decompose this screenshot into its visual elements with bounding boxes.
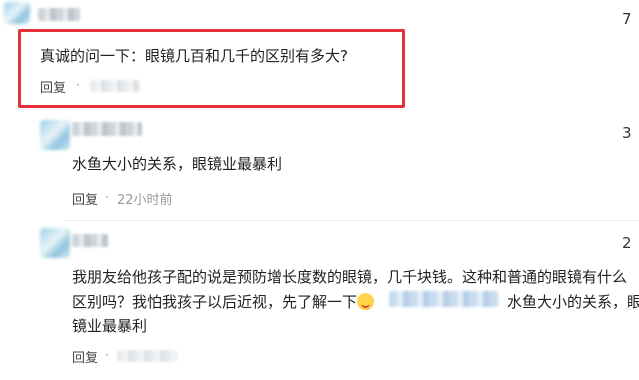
grin-emoji-icon <box>357 293 375 310</box>
comment-text-part: 区别吗？我怕我孩子以后近视，先了解一下 <box>72 293 358 311</box>
comment-text-line-3: 镜业最暴利 <box>72 317 148 335</box>
like-count[interactable]: 3 <box>622 124 632 142</box>
mention-blurred[interactable] <box>389 291 499 307</box>
timestamp-blurred <box>117 350 177 362</box>
separator-dot: · <box>76 78 80 92</box>
comment-thread: 7 真诚的问一下：眼镜几百和几千的区别有多大? 回复 · 3 水鱼大小的关系，眼… <box>0 0 639 380</box>
comment-text-line-1: 我朋友给他孩子配的说是预防增长度数的眼镜，几千块钱。这种和普通的眼镜有什么 <box>72 268 628 286</box>
avatar[interactable] <box>4 2 30 24</box>
quoted-text: 水鱼大小的关系，眼 <box>507 293 639 311</box>
highlight-box <box>18 29 405 108</box>
reply-button[interactable]: 回复 <box>72 347 98 366</box>
avatar[interactable] <box>40 228 70 258</box>
divider <box>64 220 639 221</box>
like-count[interactable]: 7 <box>622 10 632 28</box>
username-blurred[interactable] <box>72 122 142 136</box>
like-count[interactable]: 2 <box>622 234 632 252</box>
avatar[interactable] <box>40 120 70 150</box>
separator-dot: · <box>105 190 109 204</box>
comment-time: 22小时前 <box>117 193 173 208</box>
comment-text: 真诚的问一下：眼镜几百和几千的区别有多大? <box>40 47 348 65</box>
separator-dot: · <box>105 348 109 362</box>
comment-text-line-2: 区别吗？我怕我孩子以后近视，先了解一下 <box>72 291 375 312</box>
reply-button[interactable]: 回复 <box>72 189 98 208</box>
username-blurred[interactable] <box>72 234 108 247</box>
comment-text: 水鱼大小的关系，眼镜业最暴利 <box>72 155 283 173</box>
username-blurred[interactable] <box>38 8 80 21</box>
reply-button[interactable]: 回复 <box>40 77 66 96</box>
timestamp-blurred <box>90 80 140 92</box>
